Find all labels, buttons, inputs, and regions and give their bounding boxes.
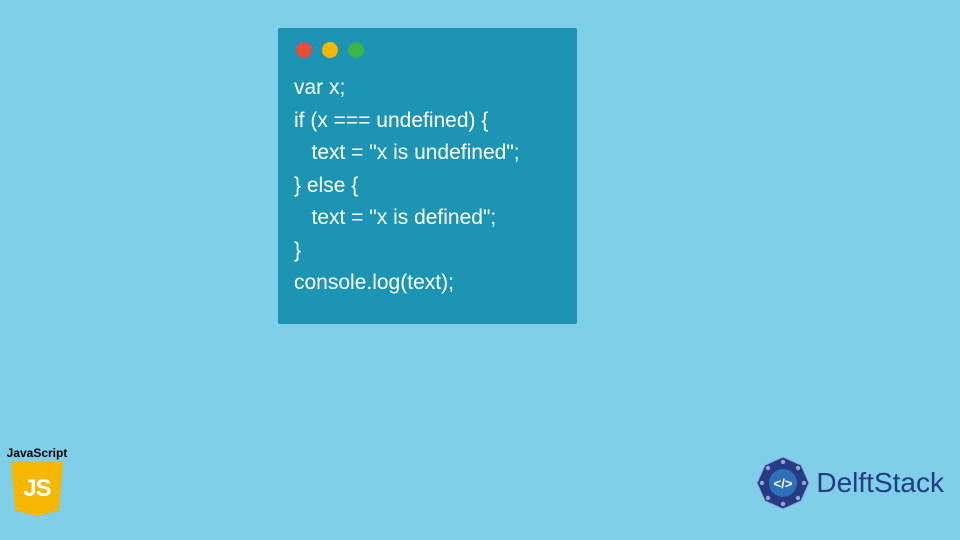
javascript-badge: JavaScript JS [6,446,68,516]
minimize-icon [322,42,338,58]
code-window: var x; if (x === undefined) { text = "x … [278,28,577,324]
javascript-shield-text: JS [23,475,50,503]
window-controls [294,42,561,58]
svg-text:</>: </> [774,476,793,491]
javascript-shield-icon: JS [11,462,63,516]
delftstack-text: DelftStack [816,467,944,499]
close-icon [296,42,312,58]
delftstack-icon: </> [756,456,810,510]
code-block: var x; if (x === undefined) { text = "x … [294,72,561,300]
delftstack-logo: </> DelftStack [756,456,944,510]
maximize-icon [348,42,364,58]
javascript-label: JavaScript [7,446,68,460]
